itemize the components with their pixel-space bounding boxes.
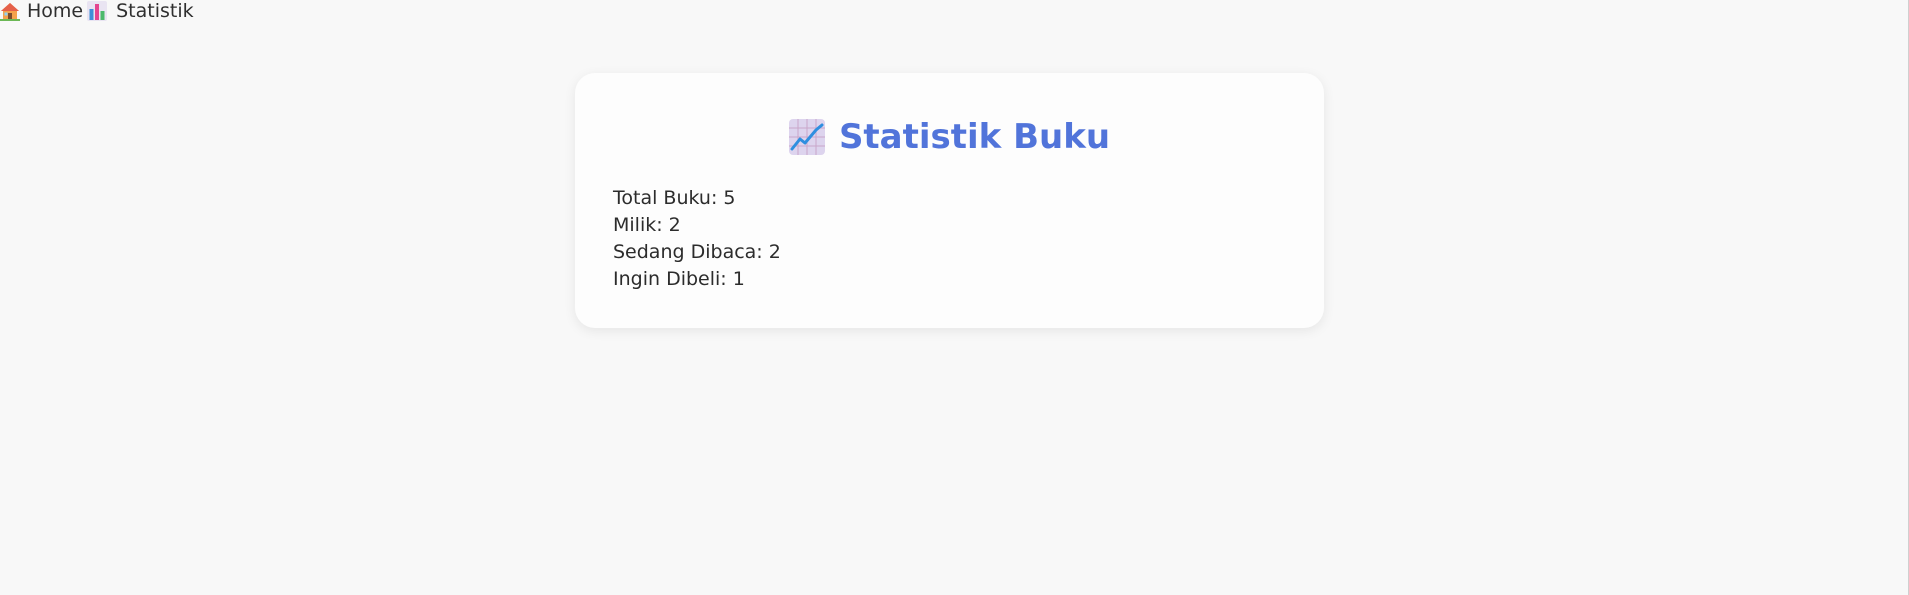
bar-chart-icon bbox=[87, 1, 108, 21]
stats-card: Statistik Buku Total Buku: 5 Milik: 2 Se… bbox=[575, 73, 1324, 328]
stat-sedang-dibaca: Sedang Dibaca: 2 bbox=[613, 241, 781, 263]
chart-increasing-icon bbox=[788, 119, 825, 155]
stat-milik: Milik: 2 bbox=[613, 214, 681, 236]
nav-home-label: Home bbox=[27, 0, 84, 22]
nav-statistik-label: Statistik bbox=[116, 0, 194, 22]
page: Home Statistik Statistik Buku Total Buku… bbox=[0, 0, 1909, 595]
stat-total-buku: Total Buku: 5 bbox=[613, 187, 736, 209]
nav-statistik-link[interactable]: Statistik bbox=[87, 0, 194, 22]
house-icon bbox=[0, 1, 20, 21]
stats-list: Total Buku: 5 Milik: 2 Sedang Dibaca: 2 … bbox=[613, 185, 781, 293]
card-title-text: Statistik Buku bbox=[838, 117, 1111, 157]
top-nav: Home Statistik bbox=[0, 0, 194, 22]
stat-ingin-dibeli: Ingin Dibeli: 1 bbox=[613, 268, 745, 290]
card-title: Statistik Buku bbox=[575, 115, 1324, 159]
nav-home-link[interactable]: Home bbox=[0, 0, 83, 22]
